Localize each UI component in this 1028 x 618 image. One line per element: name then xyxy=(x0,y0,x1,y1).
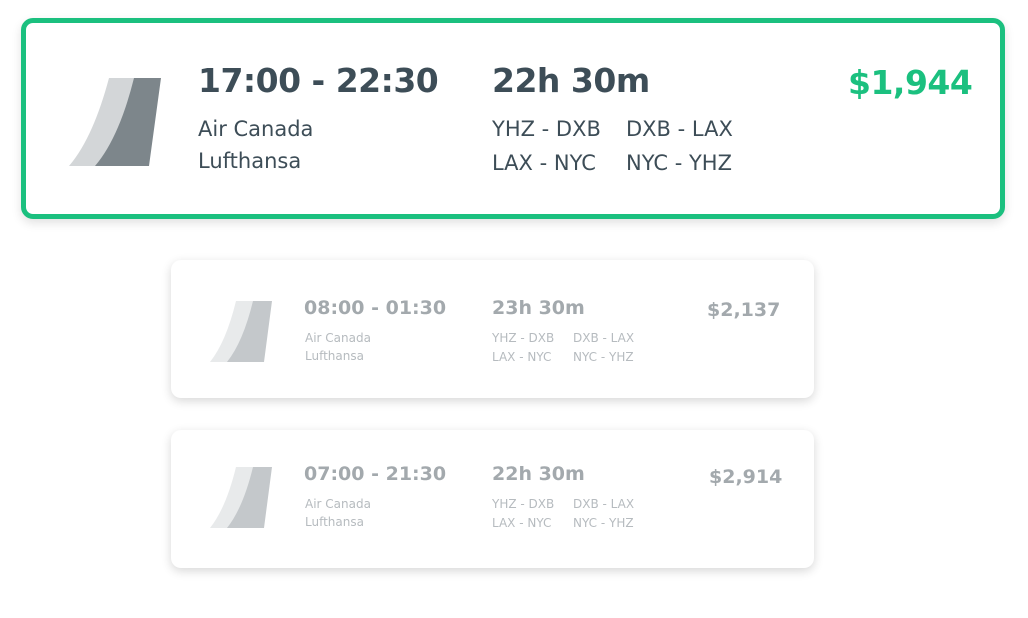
route-segment: LAX - NYC xyxy=(492,350,552,364)
route-segment: NYC - YHZ xyxy=(626,151,732,175)
route-segment: YHZ - DXB xyxy=(492,331,555,345)
flight-duration: 22h 30m xyxy=(492,61,650,100)
airline-name: Air Canada xyxy=(305,497,371,511)
airline-name: Air Canada xyxy=(198,117,314,141)
route-segment: LAX - NYC xyxy=(492,516,552,530)
airline-tail-logo-icon xyxy=(210,301,272,362)
flight-card[interactable]: 08:00 - 01:30 Air Canada Lufthansa 23h 3… xyxy=(171,260,814,398)
airline-tail-logo-icon xyxy=(210,467,272,528)
route-segment: DXB - LAX xyxy=(573,497,635,511)
route-segment: DXB - LAX xyxy=(626,117,733,141)
flight-card[interactable]: 07:00 - 21:30 Air Canada Lufthansa 22h 3… xyxy=(171,430,814,568)
airline-name: Air Canada xyxy=(305,331,371,345)
route-segment: NYC - YHZ xyxy=(573,516,634,530)
route-segment: NYC - YHZ xyxy=(573,350,634,364)
route-segment: LAX - NYC xyxy=(492,151,596,175)
route-segment: DXB - LAX xyxy=(573,331,635,345)
flight-card-selected[interactable]: 17:00 - 22:30 Air Canada Lufthansa 22h 3… xyxy=(21,18,1005,219)
airline-name: Lufthansa xyxy=(305,349,364,363)
flight-duration: 22h 30m xyxy=(492,463,585,485)
flight-time: 07:00 - 21:30 xyxy=(304,463,447,485)
airline-name: Lufthansa xyxy=(305,515,364,529)
route-segment: YHZ - DXB xyxy=(492,117,601,141)
flight-price: $2,137 xyxy=(707,299,781,321)
flight-duration: 23h 30m xyxy=(492,297,585,319)
flight-time: 17:00 - 22:30 xyxy=(198,61,439,100)
flight-time: 08:00 - 01:30 xyxy=(304,297,447,319)
airline-name: Lufthansa xyxy=(198,149,302,173)
route-segment: YHZ - DXB xyxy=(492,497,555,511)
flight-price: $2,914 xyxy=(709,466,783,488)
airline-tail-logo-icon xyxy=(69,78,161,166)
flight-price: $1,944 xyxy=(848,63,973,102)
